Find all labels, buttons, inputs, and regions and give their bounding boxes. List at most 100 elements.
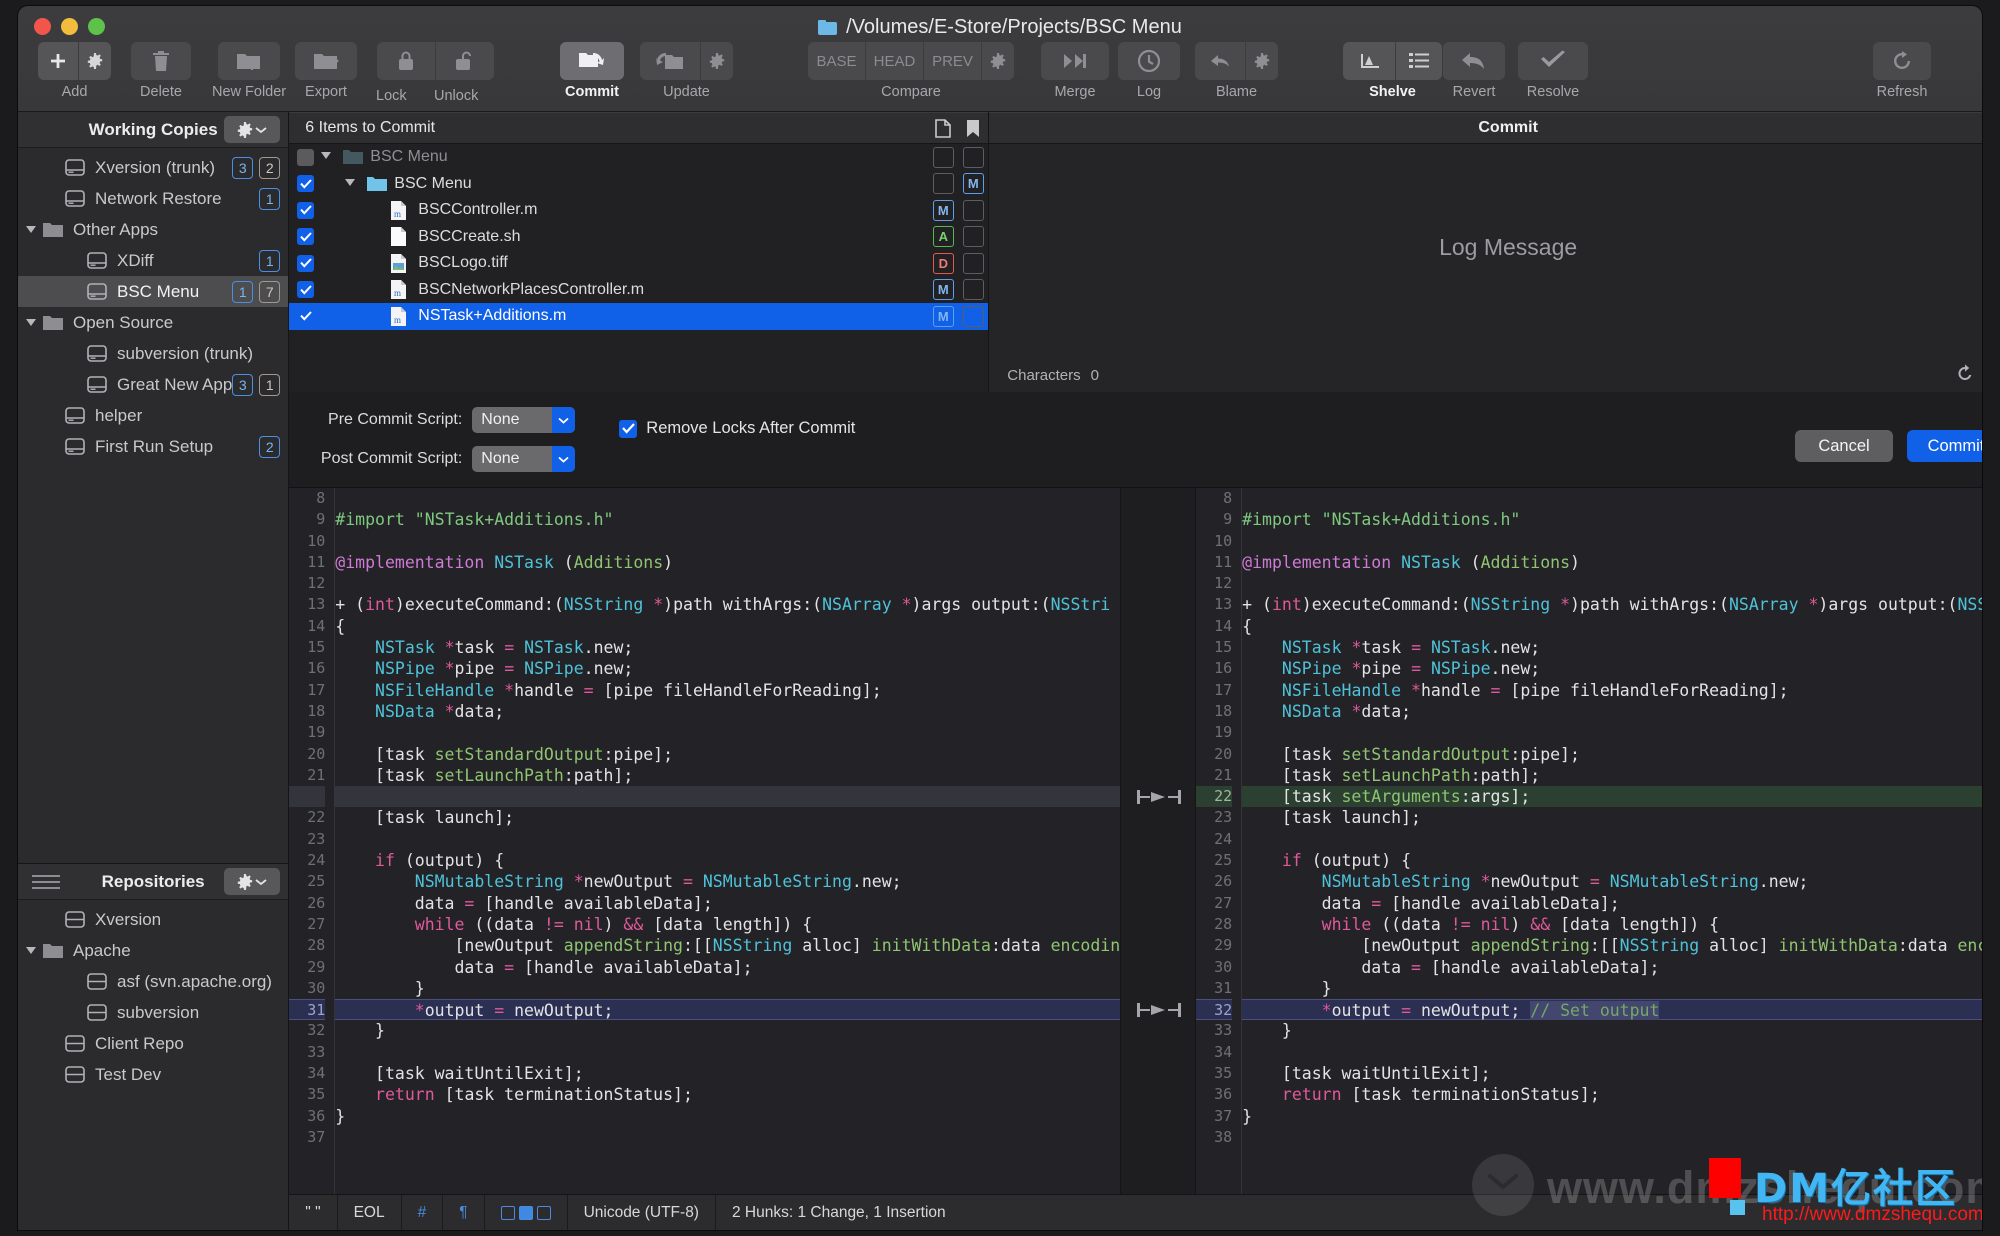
code-line[interactable] bbox=[1242, 829, 1982, 850]
table-row[interactable]: BSC Menu M bbox=[289, 171, 988, 198]
code-line[interactable]: NSFileHandle *handle = [pipe fileHandleF… bbox=[335, 680, 1120, 701]
code-line[interactable]: [task setLaunchPath:path]; bbox=[335, 765, 1120, 786]
sidebar-item-xdiff[interactable]: XDiff 1 bbox=[18, 245, 288, 276]
code-line[interactable]: [task setStandardOutput:pipe]; bbox=[1242, 744, 1982, 765]
code-line[interactable]: NSMutableString *newOutput = NSMutableSt… bbox=[335, 871, 1120, 892]
code-line[interactable]: return [task terminationStatus]; bbox=[1242, 1084, 1982, 1105]
code-line[interactable]: data = [handle availableData]; bbox=[335, 893, 1120, 914]
diff-pane-left[interactable]: 8 9 10 11 12 13 14 15 16 17 18 19 20 21 22 23 24 25 26 27 28… bbox=[289, 488, 1121, 1194]
code-line[interactable] bbox=[1242, 1042, 1982, 1063]
compare-base-button[interactable]: BASE bbox=[808, 42, 865, 80]
code-line[interactable]: data = [handle availableData]; bbox=[335, 957, 1120, 978]
post-commit-select[interactable]: None bbox=[472, 446, 576, 472]
code-right[interactable]: #import "NSTask+Additions.h" @implementa… bbox=[1242, 488, 1982, 1194]
code-line[interactable] bbox=[335, 722, 1120, 743]
code-line[interactable]: [newOutput appendString:[[NSString alloc… bbox=[335, 935, 1120, 956]
layout-split-icon[interactable] bbox=[518, 1205, 533, 1220]
table-row[interactable]: BSCCreate.sh A bbox=[289, 224, 988, 251]
code-line[interactable]: data = [handle availableData]; bbox=[1242, 893, 1982, 914]
code-line[interactable]: } bbox=[335, 978, 1120, 999]
sidebar-item-first-run-setup[interactable]: First Run Setup 2 bbox=[18, 431, 288, 462]
code-line[interactable]: [task setStandardOutput:pipe]; bbox=[335, 744, 1120, 765]
new-folder-button[interactable] bbox=[218, 42, 281, 80]
commit-checkbox[interactable] bbox=[297, 175, 315, 193]
disclosure-triangle-icon[interactable] bbox=[320, 148, 337, 166]
remove-locks-checkbox[interactable] bbox=[619, 419, 638, 438]
sidebar-item-open-source[interactable]: Open Source bbox=[18, 307, 288, 338]
code-line[interactable]: while ((data != nil) && [data length]) { bbox=[335, 914, 1120, 935]
sidebar-item-network-restore[interactable]: Network Restore 1 bbox=[18, 183, 288, 214]
code-line[interactable]: [task setLaunchPath:path]; bbox=[1242, 765, 1982, 786]
add-button[interactable] bbox=[38, 42, 78, 80]
commit-checkbox[interactable] bbox=[297, 228, 315, 246]
repositories-list[interactable]: Xversion Apache asf (svn.apache.org) subver… bbox=[18, 900, 288, 1230]
code-line[interactable]: } bbox=[1242, 1020, 1982, 1041]
code-line[interactable] bbox=[1242, 1127, 1982, 1148]
blame-options-button[interactable] bbox=[1246, 42, 1278, 80]
compare-prev-button[interactable]: PREV bbox=[924, 42, 981, 80]
commit-button[interactable] bbox=[560, 42, 624, 80]
status-layout-toggle[interactable] bbox=[485, 1195, 568, 1230]
blame-button[interactable] bbox=[1195, 42, 1245, 80]
code-line[interactable]: NSFileHandle *handle = [pipe fileHandleF… bbox=[1242, 680, 1982, 701]
commit-checkbox[interactable] bbox=[297, 201, 315, 219]
shelve-button[interactable] bbox=[1343, 42, 1395, 80]
commit-checkbox[interactable] bbox=[297, 254, 315, 272]
code-line[interactable]: NSTask *task = NSTask.new; bbox=[1242, 637, 1982, 658]
code-line[interactable] bbox=[335, 1127, 1120, 1148]
code-line[interactable]: if (output) { bbox=[1242, 850, 1982, 871]
code-line[interactable]: { bbox=[335, 616, 1120, 637]
layout-right-icon[interactable] bbox=[536, 1205, 551, 1220]
code-line[interactable] bbox=[1242, 573, 1982, 594]
delete-button[interactable] bbox=[131, 42, 191, 80]
diff-pane-right[interactable]: 8 9 10 11 12 13 14 15 16 17 18 19 20 21 22 23 24 25 26 27 28… bbox=[1196, 488, 1982, 1194]
sidebar-item-subversion[interactable]: subversion bbox=[18, 997, 288, 1028]
sidebar-item-xversion-trunk[interactable]: Xversion (trunk) 3 2 bbox=[18, 152, 288, 183]
code-line[interactable]: NSData *data; bbox=[1242, 701, 1982, 722]
flag-column-icon[interactable] bbox=[958, 119, 988, 138]
code-line[interactable]: } bbox=[1242, 978, 1982, 999]
code-line[interactable] bbox=[335, 573, 1120, 594]
code-line[interactable]: + (int)executeCommand:(NSString *)path w… bbox=[335, 594, 1120, 615]
status-quotes-button[interactable]: " " bbox=[289, 1195, 338, 1230]
status-encoding[interactable]: Unicode (UTF-8) bbox=[568, 1195, 716, 1230]
commit-submit-button[interactable]: Commit bbox=[1907, 430, 1982, 462]
sidebar-item-great-new-app[interactable]: Great New App 3 1 bbox=[18, 369, 288, 400]
export-button[interactable] bbox=[295, 42, 357, 80]
sidebar-item-other-apps[interactable]: Other Apps bbox=[18, 214, 288, 245]
code-line[interactable]: [task launch]; bbox=[1242, 807, 1982, 828]
repositories-menu-icon[interactable] bbox=[32, 875, 60, 893]
pre-commit-select[interactable]: None bbox=[472, 407, 576, 433]
sidebar-item-apache[interactable]: Apache bbox=[18, 935, 288, 966]
code-line[interactable]: @implementation NSTask (Additions) bbox=[1242, 552, 1982, 573]
diff-marker-insertion[interactable] bbox=[1127, 786, 1191, 807]
undo-icon[interactable] bbox=[1955, 363, 1975, 387]
code-line[interactable]: NSPipe *pipe = NSPipe.new; bbox=[335, 658, 1120, 679]
code-line[interactable]: } bbox=[335, 1020, 1120, 1041]
update-button[interactable] bbox=[640, 42, 700, 80]
code-line[interactable]: #import "NSTask+Additions.h" bbox=[335, 509, 1120, 530]
repositories-settings-button[interactable] bbox=[224, 868, 281, 895]
code-line[interactable] bbox=[335, 1042, 1120, 1063]
code-line[interactable]: #import "NSTask+Additions.h" bbox=[1242, 509, 1982, 530]
code-line[interactable] bbox=[335, 829, 1120, 850]
disclosure-triangle-icon[interactable] bbox=[22, 945, 40, 956]
code-line[interactable]: [task launch]; bbox=[335, 807, 1120, 828]
code-line[interactable]: + (int)executeCommand:(NSString *)path w… bbox=[1242, 594, 1982, 615]
shelve-list-button[interactable] bbox=[1396, 42, 1442, 80]
commit-checkbox[interactable] bbox=[297, 148, 315, 166]
table-row[interactable]: BSCLogo.tiff D bbox=[289, 250, 988, 277]
files-list[interactable]: BSC Menu BSC Menu Mm BSCController.m M BSCCre… bbox=[289, 144, 989, 330]
code-line[interactable]: [task waitUntilExit]; bbox=[335, 1063, 1120, 1084]
sidebar-item-test-dev[interactable]: Test Dev bbox=[18, 1059, 288, 1090]
code-line[interactable]: if (output) { bbox=[335, 850, 1120, 871]
code-line[interactable]: NSPipe *pipe = NSPipe.new; bbox=[1242, 658, 1982, 679]
update-options-button[interactable] bbox=[701, 42, 733, 80]
status-pilcrow-button[interactable]: ¶ bbox=[443, 1195, 485, 1230]
lock-button[interactable] bbox=[376, 42, 435, 80]
compare-options-button[interactable] bbox=[982, 42, 1014, 80]
code-line[interactable] bbox=[1242, 488, 1982, 509]
code-line[interactable]: } bbox=[1242, 1106, 1982, 1127]
code-line[interactable]: NSMutableString *newOutput = NSMutableSt… bbox=[1242, 871, 1982, 892]
status-linenumbers-button[interactable]: # bbox=[402, 1195, 444, 1230]
